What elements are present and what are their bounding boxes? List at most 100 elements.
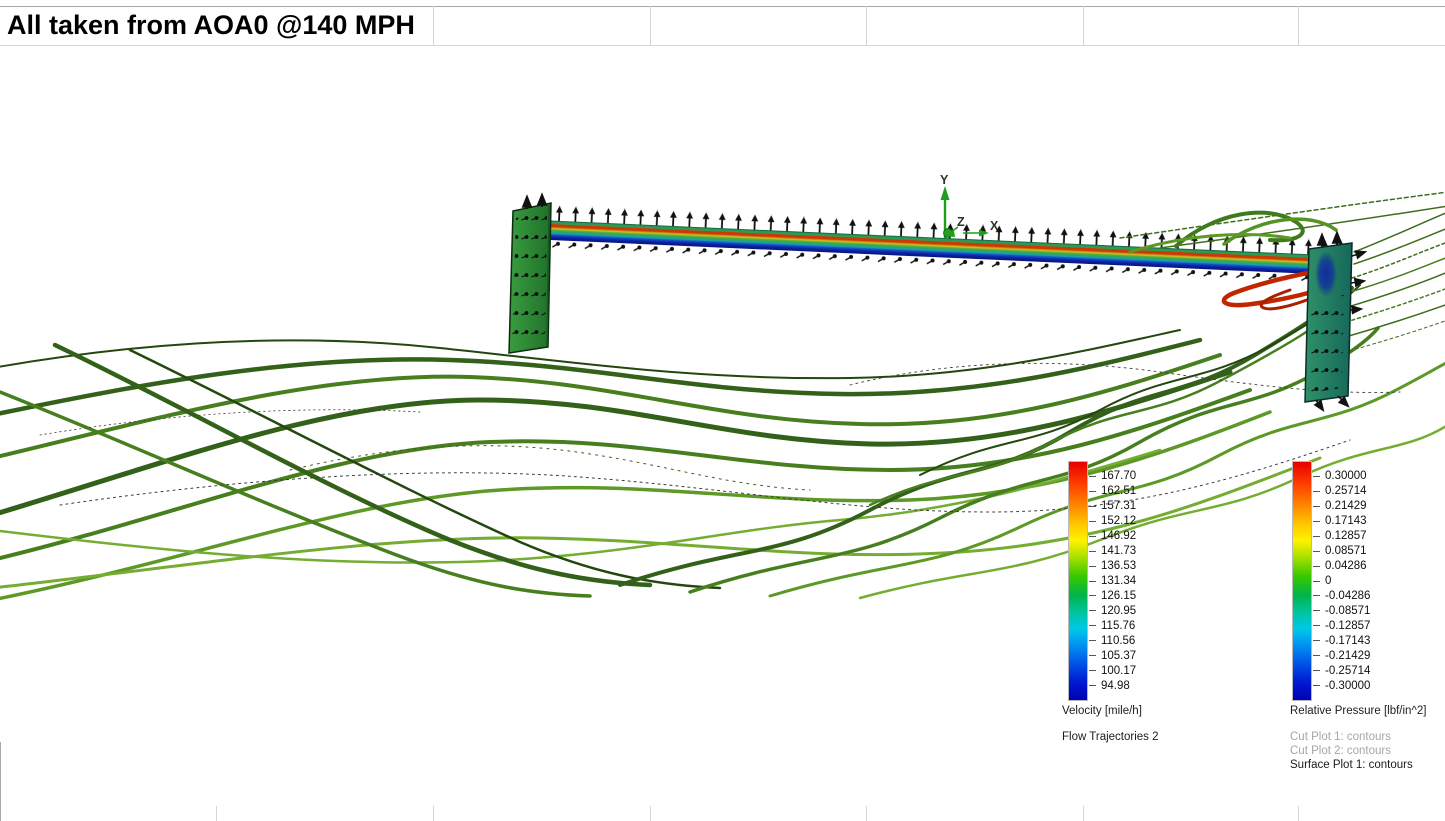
- grid-col-line: [433, 6, 434, 45]
- legend-tick-row: 0.30000: [1313, 469, 1370, 484]
- tick-label: 131.34: [1101, 575, 1136, 587]
- tick-label: 0.12857: [1325, 530, 1367, 542]
- triad-x-label: X: [990, 219, 999, 233]
- tick-mark: [1089, 566, 1096, 567]
- tick-label: -0.25714: [1325, 665, 1370, 677]
- pressure-colorbar: [1292, 461, 1312, 701]
- grid-col-line: [1083, 6, 1084, 45]
- tick-label: 146.92: [1101, 530, 1136, 542]
- legend-tick-row: 141.73: [1089, 544, 1136, 559]
- tick-label: 105.37: [1101, 650, 1136, 662]
- tick-label: 0.21429: [1325, 500, 1367, 512]
- legend-tick-row: 0.12857: [1313, 529, 1370, 544]
- legend-tick-row: -0.04286: [1313, 589, 1370, 604]
- legend-tick-row: -0.21429: [1313, 648, 1370, 663]
- tick-label: 0.04286: [1325, 560, 1367, 572]
- tick-label: 136.53: [1101, 560, 1136, 572]
- caption-flow-trajectories: Flow Trajectories 2: [1062, 731, 1159, 743]
- tick-label: 100.17: [1101, 665, 1136, 677]
- tick-label: -0.17143: [1325, 635, 1370, 647]
- tick-mark: [1089, 595, 1096, 596]
- tick-label: 94.98: [1101, 680, 1130, 692]
- tick-label: 110.56: [1101, 635, 1135, 647]
- legend-tick-row: 136.53: [1089, 559, 1136, 574]
- legend-tick-row: 110.56: [1089, 633, 1136, 648]
- right-endplate-probe-dots: [1308, 295, 1344, 393]
- legend-tick-row: 0: [1313, 574, 1370, 589]
- tick-mark: [1313, 640, 1320, 641]
- tick-mark: [1313, 670, 1320, 671]
- triad-z-label: Z: [957, 215, 965, 229]
- legend-tick-row: 131.34: [1089, 574, 1136, 589]
- legend-tick-row: 0.17143: [1313, 514, 1370, 529]
- velocity-legend-title: Velocity [mile/h]: [1062, 705, 1142, 717]
- right-endplate: [1305, 233, 1365, 410]
- legend-tick-row: 152.12: [1089, 514, 1136, 529]
- tick-mark: [1313, 685, 1320, 686]
- tick-mark: [1089, 506, 1096, 507]
- tick-mark: [1313, 551, 1320, 552]
- tick-mark: [1089, 551, 1096, 552]
- tick-mark: [1313, 491, 1320, 492]
- tick-mark: [1313, 655, 1320, 656]
- tick-mark: [1313, 566, 1320, 567]
- cfd-scene-svg: Y Z X: [0, 46, 1445, 821]
- tick-label: 141.73: [1101, 545, 1136, 557]
- tick-label: 152.12: [1101, 515, 1136, 527]
- caption-cut-plot-1: Cut Plot 1: contours: [1290, 731, 1391, 743]
- left-endplate-probe-dots: [512, 211, 547, 346]
- left-endplate: [509, 195, 551, 353]
- tick-label: 0.08571: [1325, 545, 1367, 557]
- legend-tick-row: 126.15: [1089, 589, 1136, 604]
- grid-col-line: [1298, 6, 1299, 45]
- title-cell[interactable]: All taken from AOA0 @140 MPH: [0, 6, 433, 45]
- legend-tick-row: 115.76: [1089, 618, 1136, 633]
- tick-label: -0.21429: [1325, 650, 1370, 662]
- grid-col-line: [650, 6, 651, 45]
- cfd-viewport[interactable]: Y Z X: [0, 46, 1445, 821]
- tick-label: 120.95: [1101, 605, 1136, 617]
- legend-tick-row: 0.25714: [1313, 484, 1370, 499]
- tick-label: 0.17143: [1325, 515, 1367, 527]
- legend-tick-row: 94.98: [1089, 678, 1136, 693]
- page-title: All taken from AOA0 @140 MPH: [0, 10, 415, 41]
- legend-tick-row: 167.70: [1089, 469, 1136, 484]
- tick-mark: [1089, 581, 1096, 582]
- legend-tick-row: -0.08571: [1313, 603, 1370, 618]
- tick-mark: [1313, 521, 1320, 522]
- tick-label: 126.15: [1101, 590, 1136, 602]
- legend-tick-row: 105.37: [1089, 648, 1136, 663]
- tick-mark: [1313, 581, 1320, 582]
- pressure-legend-title: Relative Pressure [lbf/in^2]: [1290, 705, 1426, 717]
- tick-mark: [1313, 506, 1320, 507]
- tick-mark: [1313, 595, 1320, 596]
- legend-tick-row: -0.25714: [1313, 663, 1370, 678]
- tick-mark: [1089, 476, 1096, 477]
- pressure-blob: [1315, 251, 1337, 297]
- tick-label: -0.08571: [1325, 605, 1370, 617]
- tick-mark: [1313, 610, 1320, 611]
- legend-tick-row: -0.17143: [1313, 633, 1370, 648]
- caption-surface-plot-1: Surface Plot 1: contours: [1290, 759, 1413, 771]
- tick-label: 0.25714: [1325, 485, 1367, 497]
- grid-col-line: [866, 6, 867, 45]
- tick-mark: [1089, 685, 1096, 686]
- legend-tick-row: 0.21429: [1313, 499, 1370, 514]
- tick-label: -0.30000: [1325, 680, 1370, 692]
- legend-tick-row: 0.08571: [1313, 544, 1370, 559]
- legend-tick-row: 0.04286: [1313, 559, 1370, 574]
- legend-tick-row: -0.30000: [1313, 678, 1370, 693]
- legend-tick-row: 162.51: [1089, 484, 1136, 499]
- tick-mark: [1089, 610, 1096, 611]
- tick-label: 115.76: [1101, 620, 1135, 632]
- legend-tick-row: 120.95: [1089, 603, 1136, 618]
- tick-mark: [1089, 655, 1096, 656]
- tick-label: 167.70: [1101, 470, 1136, 482]
- tick-mark: [1089, 536, 1096, 537]
- legend-tick-row: 157.31: [1089, 499, 1136, 514]
- tick-label: 157.31: [1101, 500, 1136, 512]
- legend-tick-row: 146.92: [1089, 529, 1136, 544]
- tick-label: -0.12857: [1325, 620, 1370, 632]
- tick-label: 0.30000: [1325, 470, 1367, 482]
- tick-mark: [1089, 670, 1096, 671]
